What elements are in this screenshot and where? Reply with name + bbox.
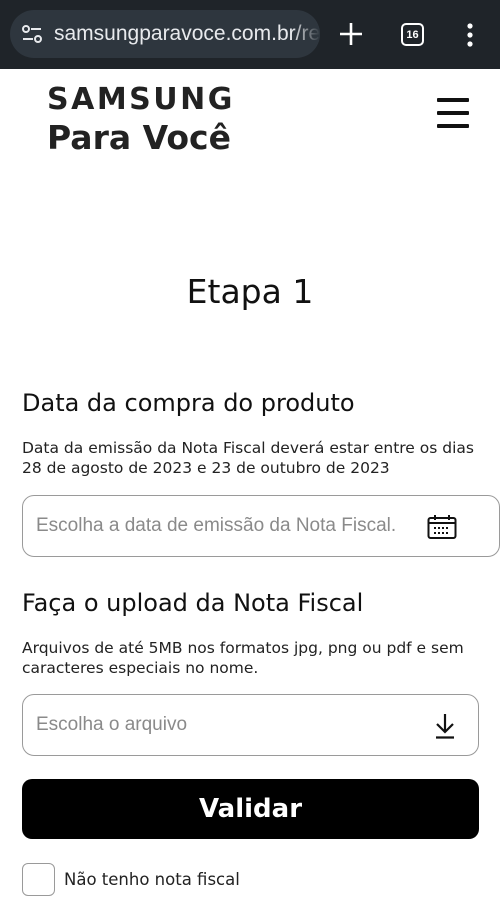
browser-toolbar: samsungparavoce.com.br/reso 16: [0, 0, 500, 69]
purchase-date-help: Data da emissão da Nota Fiscal deverá es…: [22, 439, 474, 477]
file-upload-placeholder: Escolha o arquivo: [36, 714, 188, 735]
url-text[interactable]: samsungparavoce.com.br/reso: [54, 22, 320, 46]
menu-dots-icon[interactable]: [464, 22, 476, 48]
tabs-icon[interactable]: 16: [401, 23, 424, 46]
invoice-date-field[interactable]: Escolha a data de emissão da Nota Fiscal…: [22, 495, 500, 557]
address-bar[interactable]: samsungparavoce.com.br/reso: [10, 10, 320, 58]
calendar-icon[interactable]: [427, 514, 457, 540]
upload-help: Arquivos de até 5MB nos formatos jpg, pn…: [22, 639, 464, 677]
page-title: Etapa 1: [186, 272, 314, 311]
file-upload-field[interactable]: Escolha o arquivo: [22, 694, 479, 756]
tab-count: 16: [406, 28, 419, 41]
no-invoice-checkbox[interactable]: [22, 863, 55, 896]
download-icon[interactable]: [434, 713, 456, 739]
logo-brand: SAMSUNG: [47, 82, 235, 117]
hamburger-icon[interactable]: [437, 98, 469, 128]
invoice-date-placeholder: Escolha a data de emissão da Nota Fiscal…: [36, 515, 397, 536]
site-settings-icon[interactable]: [20, 22, 44, 46]
no-invoice-label[interactable]: Não tenho nota fiscal: [64, 870, 240, 889]
samsung-para-voce-logo[interactable]: SAMSUNG Para Você: [47, 84, 247, 158]
plus-icon[interactable]: [338, 21, 364, 47]
url-fade: [292, 10, 320, 58]
purchase-date-heading: Data da compra do produto: [22, 389, 355, 417]
upload-heading: Faça o upload da Nota Fiscal: [22, 589, 364, 617]
logo-subtitle: Para Você: [47, 118, 231, 157]
validate-button[interactable]: Validar: [22, 779, 479, 839]
